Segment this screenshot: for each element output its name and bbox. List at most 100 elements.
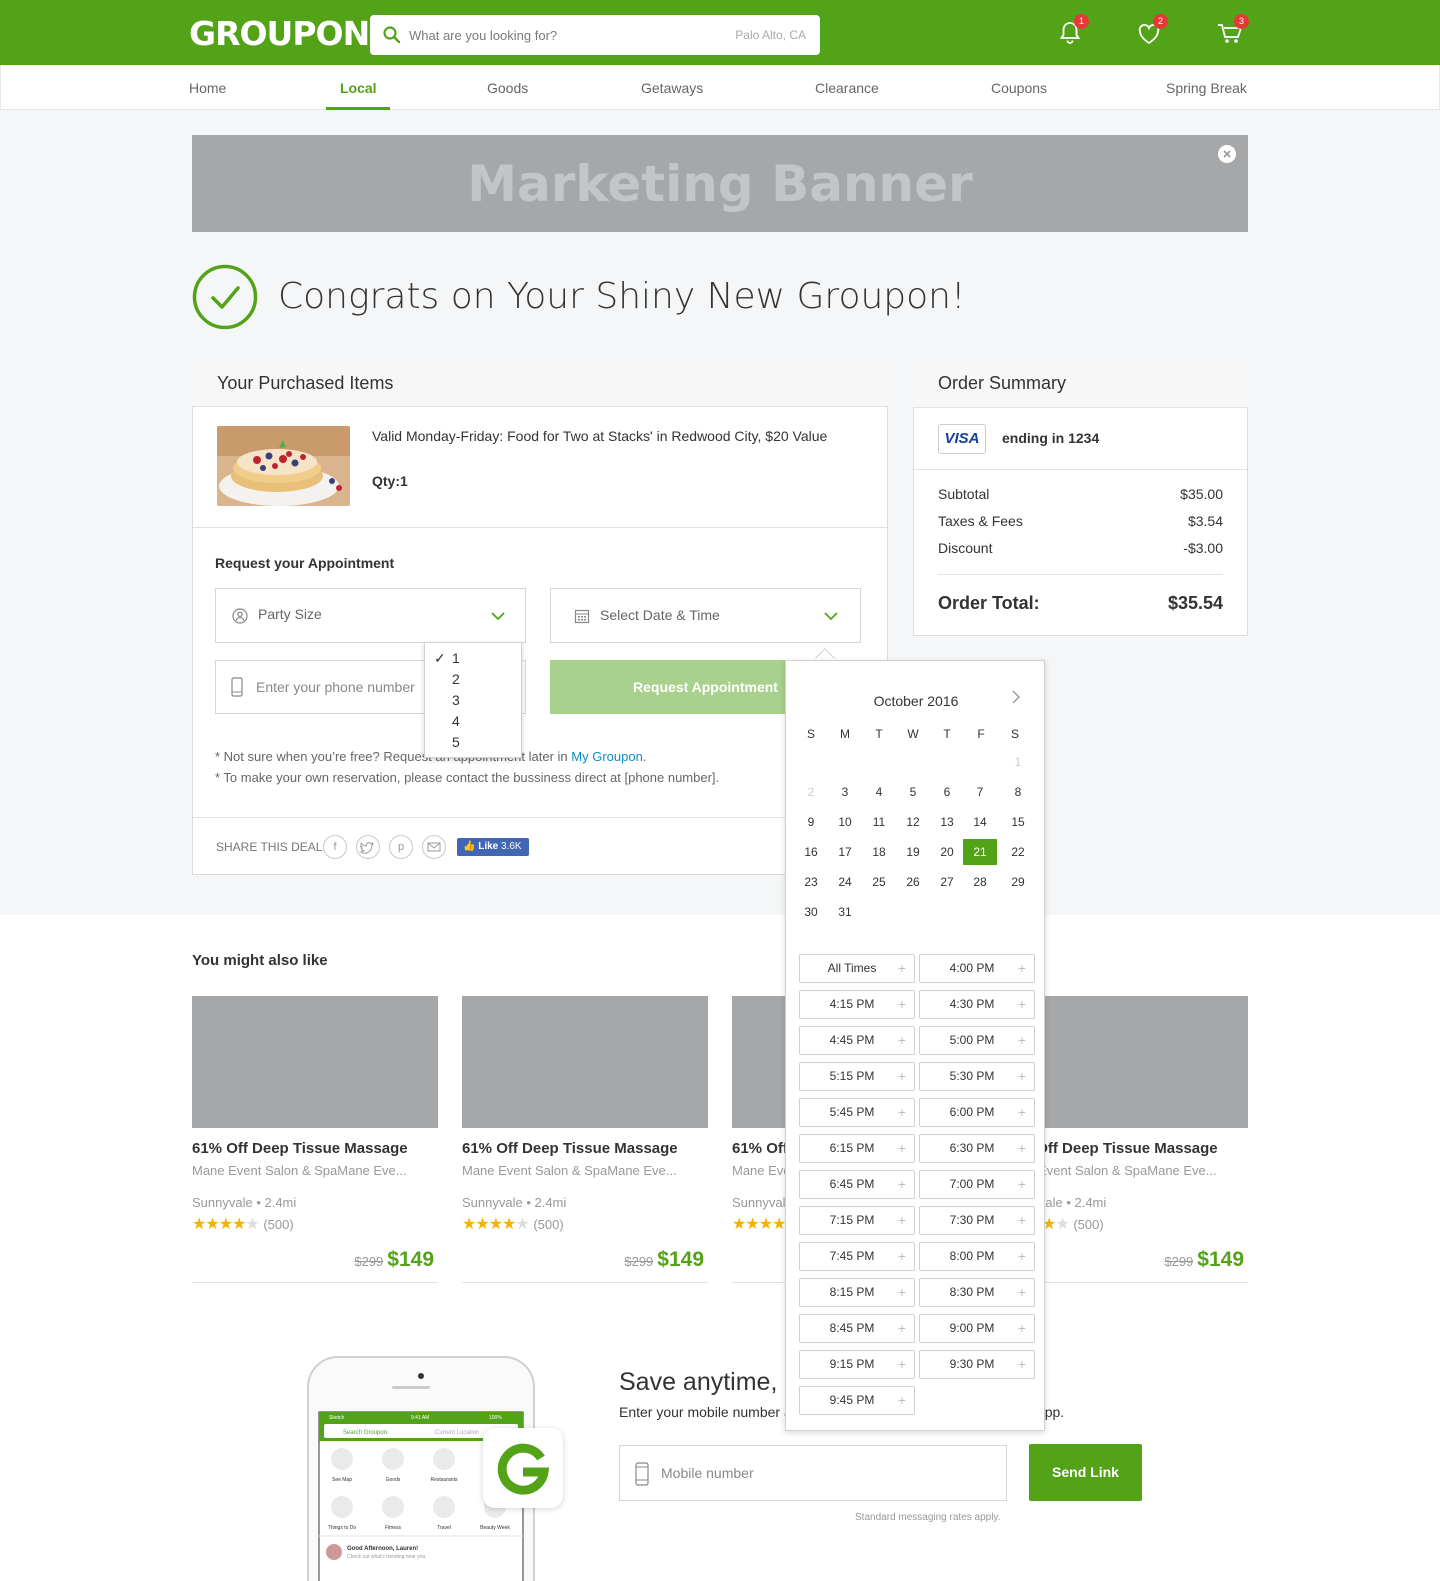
deal-card[interactable]: 61% Off Deep Tissue Massage Mane Event Sa…: [192, 996, 438, 1283]
search-input[interactable]: [409, 23, 709, 47]
calendar-day[interactable]: 1: [1001, 749, 1035, 775]
calendar-day[interactable]: 8: [1001, 779, 1035, 805]
time-slot-button[interactable]: 5:00 PM +: [919, 1026, 1035, 1055]
party-size-option-3[interactable]: 3: [425, 692, 521, 713]
calendar-day[interactable]: 7: [963, 779, 997, 805]
send-link-button[interactable]: Send Link: [1029, 1444, 1142, 1501]
calendar-day[interactable]: 5: [896, 779, 930, 805]
deal-price: $299$149: [462, 1248, 708, 1272]
calendar-day[interactable]: 12: [896, 809, 930, 835]
deal-merchant: Mane Event Salon & SpaMane Eve...: [192, 1163, 407, 1178]
nav-home[interactable]: Home: [189, 80, 226, 96]
nav-spring-break[interactable]: Spring Break: [1166, 80, 1247, 96]
calendar-day[interactable]: 23: [794, 869, 828, 895]
deal-image[interactable]: [192, 996, 438, 1128]
calendar-day[interactable]: 17: [828, 839, 862, 865]
my-groupon-link[interactable]: My Groupon: [571, 749, 643, 764]
calendar-day[interactable]: 22: [1001, 839, 1035, 865]
calendar-day[interactable]: 9: [794, 809, 828, 835]
time-slot-button[interactable]: 4:00 PM +: [919, 954, 1035, 983]
party-size-option-1[interactable]: ✓ 1: [425, 650, 521, 671]
nav-getaways[interactable]: Getaways: [641, 80, 703, 96]
time-slot-button[interactable]: 4:15 PM +: [799, 990, 915, 1019]
party-size-option-5[interactable]: 5: [425, 734, 521, 755]
time-slot-button[interactable]: 5:45 PM +: [799, 1098, 915, 1127]
calendar-day[interactable]: 16: [794, 839, 828, 865]
groupon-logo[interactable]: GROUPON: [189, 14, 370, 53]
calendar-day[interactable]: 6: [930, 779, 964, 805]
cart-button[interactable]: 3: [1214, 14, 1249, 49]
location-label[interactable]: Palo Alto, CA: [735, 28, 806, 42]
calendar-day[interactable]: 4: [862, 779, 896, 805]
calendar-day[interactable]: 15: [1001, 809, 1035, 835]
deal-image[interactable]: [217, 426, 350, 506]
notifications-button[interactable]: 1: [1054, 14, 1089, 49]
time-slot-button[interactable]: 4:45 PM +: [799, 1026, 915, 1055]
calendar-day[interactable]: 2: [794, 779, 828, 805]
nav-coupons[interactable]: Coupons: [991, 80, 1047, 96]
deal-title[interactable]: 61% Off Deep Tissue Massage: [192, 1140, 438, 1157]
calendar-day[interactable]: 26: [896, 869, 930, 895]
time-slot-button[interactable]: 5:30 PM +: [919, 1062, 1035, 1091]
search-bar[interactable]: Palo Alto, CA: [370, 15, 820, 55]
marketing-banner[interactable]: Marketing Banner: [192, 135, 1248, 232]
time-slot-button[interactable]: 7:45 PM +: [799, 1242, 915, 1271]
deal-image[interactable]: [462, 996, 708, 1128]
time-slot-button[interactable]: 4:30 PM +: [919, 990, 1035, 1019]
time-slot-button[interactable]: 6:30 PM +: [919, 1134, 1035, 1163]
calendar-day[interactable]: 24: [828, 869, 862, 895]
time-slot-button[interactable]: 6:45 PM +: [799, 1170, 915, 1199]
time-slot-button[interactable]: 9:15 PM +: [799, 1350, 915, 1379]
deal-title[interactable]: Valid Monday-Friday: Food for Two at Sta…: [372, 428, 827, 444]
time-slot-button[interactable]: 7:15 PM +: [799, 1206, 915, 1235]
calendar-day[interactable]: 28: [963, 869, 997, 895]
deal-card[interactable]: 61% Off Deep Tissue Massage Mane Event Sa…: [462, 996, 708, 1283]
calendar-day[interactable]: 25: [862, 869, 896, 895]
time-slot-button[interactable]: 7:30 PM +: [919, 1206, 1035, 1235]
twitter-share-button[interactable]: [356, 835, 380, 859]
calendar-day[interactable]: 10: [828, 809, 862, 835]
time-slot-button[interactable]: 6:15 PM +: [799, 1134, 915, 1163]
calendar-day[interactable]: 20: [930, 839, 964, 865]
time-slot-label: 9:45 PM: [829, 1393, 875, 1407]
time-slot-button[interactable]: 9:00 PM +: [919, 1314, 1035, 1343]
calendar-day[interactable]: 11: [862, 809, 896, 835]
calendar-day[interactable]: 30: [794, 899, 828, 925]
checkmark-circle-icon: [192, 264, 258, 330]
facebook-share-button[interactable]: f: [323, 835, 347, 859]
time-slot-button[interactable]: 8:00 PM +: [919, 1242, 1035, 1271]
time-slot-button[interactable]: 5:15 PM +: [799, 1062, 915, 1091]
time-slot-button[interactable]: 9:30 PM +: [919, 1350, 1035, 1379]
calendar-day[interactable]: 27: [930, 869, 964, 895]
next-month-button[interactable]: [1008, 689, 1024, 705]
facebook-like-button[interactable]: 👍 Like 3.6K: [457, 838, 529, 856]
time-slot-button[interactable]: 8:30 PM +: [919, 1278, 1035, 1307]
deal-title[interactable]: 61% Off Deep Tissue Massage: [462, 1140, 708, 1157]
calendar-day[interactable]: 31: [828, 899, 862, 925]
nav-local[interactable]: Local: [340, 80, 377, 96]
pinterest-share-button[interactable]: p: [389, 835, 413, 859]
party-size-option-2[interactable]: 2: [425, 671, 521, 692]
time-slot-label: 6:30 PM: [949, 1141, 995, 1155]
row-label: Subtotal: [938, 486, 990, 502]
time-slot-button[interactable]: 8:15 PM +: [799, 1278, 915, 1307]
time-slot-button[interactable]: 9:45 PM +: [799, 1386, 915, 1415]
calendar-day[interactable]: 14: [963, 809, 997, 835]
nav-clearance[interactable]: Clearance: [815, 80, 879, 96]
time-slot-button[interactable]: 7:00 PM +: [919, 1170, 1035, 1199]
time-slot-button[interactable]: 8:45 PM +: [799, 1314, 915, 1343]
star-rating: ★★★★★ (500): [192, 1214, 438, 1234]
calendar-day[interactable]: 13: [930, 809, 964, 835]
time-slot-button[interactable]: 6:00 PM +: [919, 1098, 1035, 1127]
wishlist-button[interactable]: 2: [1133, 14, 1168, 49]
email-share-button[interactable]: [422, 835, 446, 859]
calendar-day[interactable]: 19: [896, 839, 930, 865]
calendar-day[interactable]: 18: [862, 839, 896, 865]
calendar-day-selected[interactable]: 21: [963, 839, 997, 865]
calendar-day[interactable]: 29: [1001, 869, 1035, 895]
banner-close-button[interactable]: [1218, 145, 1236, 163]
party-size-option-4[interactable]: 4: [425, 713, 521, 734]
nav-goods[interactable]: Goods: [487, 80, 528, 96]
calendar-day[interactable]: 3: [828, 779, 862, 805]
time-slot-button[interactable]: All Times +: [799, 954, 915, 983]
